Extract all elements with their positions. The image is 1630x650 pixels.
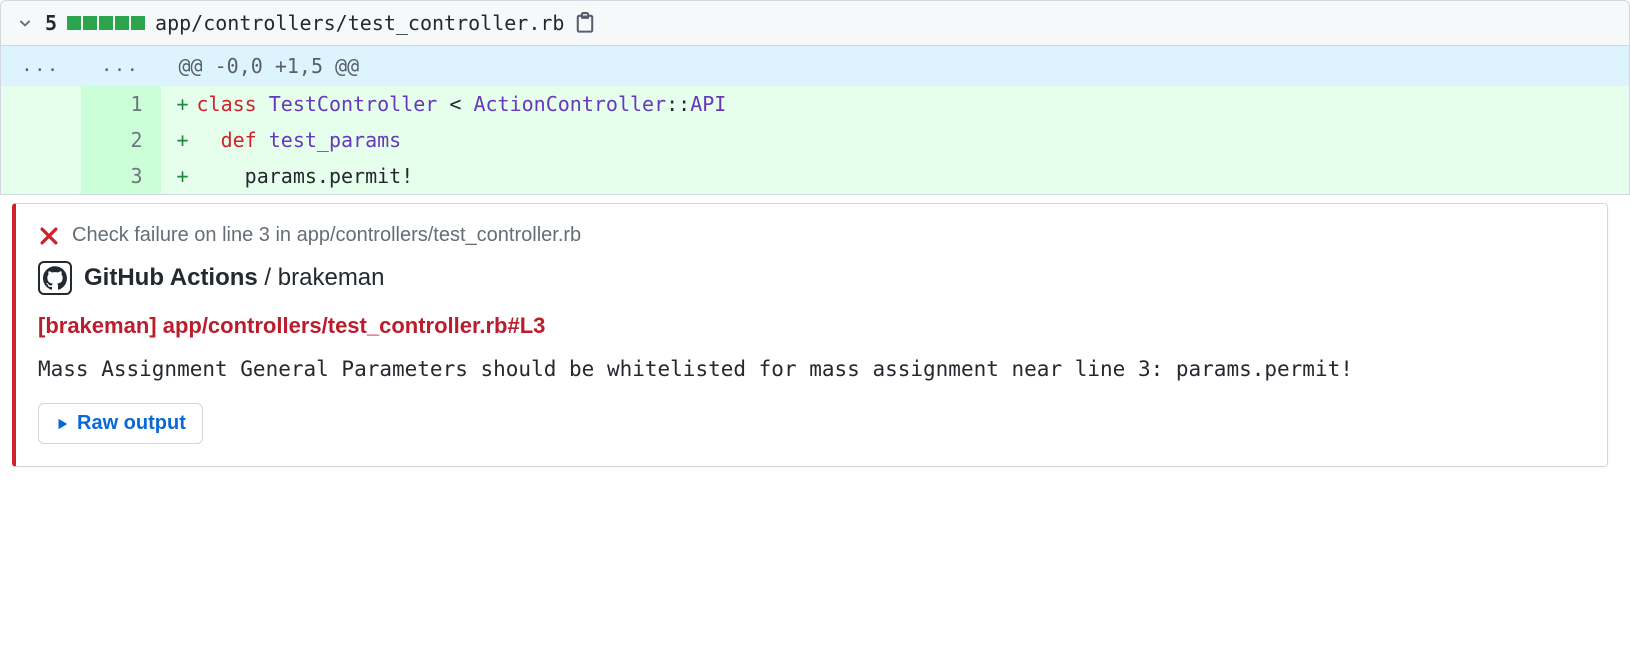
code-token [197,128,221,152]
code-token: class [197,92,257,116]
annotation-source: GitHub Actions / brakeman [84,264,385,292]
diff-table: ......@@ -0,0 +1,5 @@1+ class TestContro… [0,46,1630,195]
line-number-new[interactable]: 1 [81,86,161,122]
github-badge [38,261,72,295]
diffstat-block [67,16,81,30]
copy-path-button[interactable] [574,12,596,34]
line-number-new[interactable]: 2 [81,122,161,158]
file-header: 5 app/controllers/test_controller.rb [0,0,1630,46]
annotation-summary: Check failure on line 3 in app/controlle… [72,224,581,247]
annotation-summary-row: Check failure on line 3 in app/controlle… [38,224,1585,247]
clipboard-icon [574,12,596,34]
code-token [257,92,269,116]
check-annotation: Check failure on line 3 in app/controlle… [12,203,1608,467]
code-token [197,164,245,188]
chevron-down-icon [15,13,35,33]
expand-hunk-button[interactable]: ... [1,46,81,86]
annotation-source-row: GitHub Actions / brakeman [38,261,1585,295]
addition-marker: + [161,162,197,190]
code-token [257,128,269,152]
annotation-source-app: GitHub Actions [84,264,258,291]
code-token: :: [666,92,690,116]
raw-output-label: Raw output [77,412,186,435]
annotation-body: Mass Assignment General Parameters shoul… [38,357,1585,381]
code-token: ActionController [473,92,666,116]
annotation-source-sep: / [258,264,278,291]
raw-output-button[interactable]: Raw output [38,403,203,444]
line-number-old[interactable] [1,86,81,122]
diff-line-added: 2+ def test_params [1,122,1630,158]
diffstat-block [131,16,145,30]
diffstat-block [99,16,113,30]
diff-line-added: 1+ class TestController < ActionControll… [1,86,1630,122]
x-icon [38,225,60,247]
code-token: < [437,92,473,116]
change-count: 5 [45,11,57,35]
expand-hunk-button[interactable]: ... [81,46,161,86]
code-token: def [221,128,257,152]
diffstat [67,16,145,30]
code-token: params.permit! [245,164,414,188]
code-cell: + def test_params [161,122,1630,158]
diffstat-block [115,16,129,30]
code-cell: + params.permit! [161,158,1630,195]
github-mark-icon [43,266,67,290]
addition-marker: + [161,126,197,154]
code-token: test_params [269,128,401,152]
diff-line-added: 3+ params.permit! [1,158,1630,195]
line-number-old[interactable] [1,158,81,195]
code-cell: + class TestController < ActionControlle… [161,86,1630,122]
addition-marker: + [161,90,197,118]
annotation-source-check: brakeman [278,264,385,291]
hunk-header-text: @@ -0,0 +1,5 @@ [161,46,1630,86]
line-number-new[interactable]: 3 [81,158,161,195]
diffstat-block [83,16,97,30]
annotation-title: [brakeman] app/controllers/test_controll… [38,313,1585,339]
file-path-link[interactable]: app/controllers/test_controller.rb [155,11,564,35]
code-token: TestController [269,92,438,116]
play-icon [55,417,69,431]
hunk-header-row: ......@@ -0,0 +1,5 @@ [1,46,1630,86]
code-token: API [690,92,726,116]
collapse-toggle[interactable] [15,13,35,33]
line-number-old[interactable] [1,122,81,158]
